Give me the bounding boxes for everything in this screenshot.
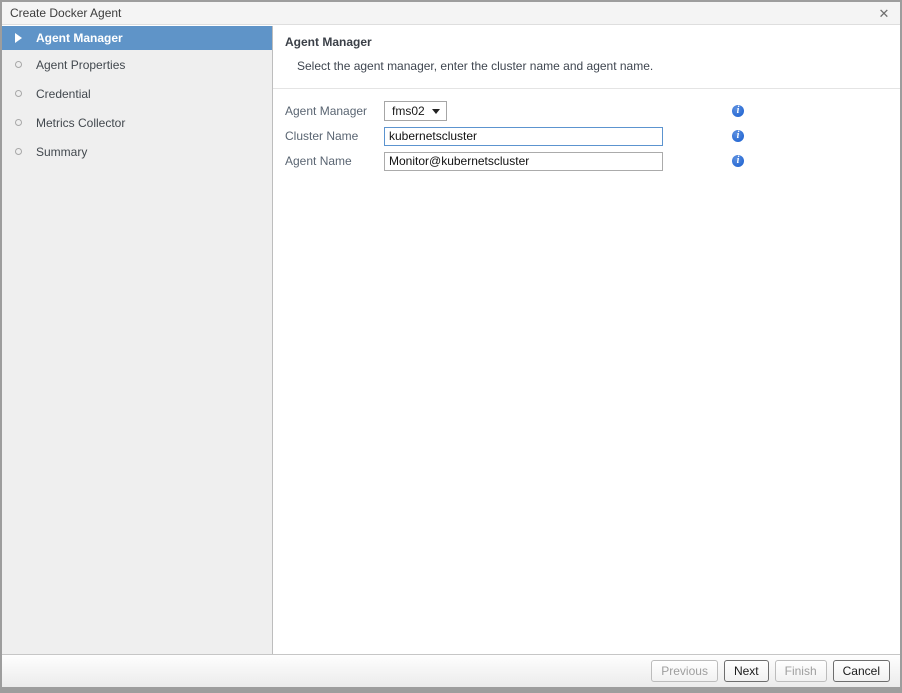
titlebar: Create Docker Agent ✕: [2, 2, 900, 25]
window-title: Create Docker Agent: [2, 6, 121, 20]
wizard-steps-sidebar: Agent Manager Agent Properties Credentia…: [2, 26, 273, 654]
agent-manager-label: Agent Manager: [273, 104, 384, 118]
cluster-name-input[interactable]: [384, 127, 663, 146]
content-header: Agent Manager Select the agent manager, …: [273, 26, 900, 73]
close-icon[interactable]: ✕: [875, 5, 893, 23]
sidebar-item-agent-properties[interactable]: Agent Properties: [2, 50, 272, 79]
dialog-body: Agent Manager Agent Properties Credentia…: [2, 26, 900, 654]
agent-manager-dropdown-value: fms02: [392, 104, 425, 118]
step-circle-icon: [15, 148, 22, 155]
footer-button-bar: Previous Next Finish Cancel: [2, 654, 900, 687]
sidebar-item-metrics-collector[interactable]: Metrics Collector: [2, 108, 272, 137]
step-circle-icon: [15, 119, 22, 126]
finish-button[interactable]: Finish: [775, 660, 827, 682]
info-icon[interactable]: i: [732, 130, 744, 142]
step-label: Summary: [36, 145, 87, 159]
step-circle-icon: [15, 61, 22, 68]
main-panel: Agent Manager Select the agent manager, …: [273, 26, 900, 654]
step-circle-icon: [15, 90, 22, 97]
page-description: Select the agent manager, enter the clus…: [285, 59, 900, 73]
cluster-name-label: Cluster Name: [273, 129, 384, 143]
cluster-name-row: Cluster Name i: [273, 124, 900, 148]
page-title: Agent Manager: [285, 35, 900, 49]
step-label: Agent Manager: [36, 31, 123, 45]
previous-button[interactable]: Previous: [651, 660, 718, 682]
agent-manager-row: Agent Manager fms02 i: [273, 99, 900, 123]
step-label: Credential: [36, 87, 91, 101]
agent-manager-dropdown[interactable]: fms02: [384, 101, 447, 121]
agent-name-input[interactable]: [384, 152, 663, 171]
header-separator: [273, 88, 900, 89]
sidebar-item-agent-manager[interactable]: Agent Manager: [2, 26, 272, 50]
step-label: Agent Properties: [36, 58, 125, 72]
info-icon[interactable]: i: [732, 105, 744, 117]
agent-name-row: Agent Name i: [273, 149, 900, 173]
create-docker-agent-dialog: Create Docker Agent ✕ Agent Manager Agen…: [0, 0, 902, 693]
selected-step-arrow-icon: [15, 33, 22, 43]
info-icon[interactable]: i: [732, 155, 744, 167]
sidebar-item-credential[interactable]: Credential: [2, 79, 272, 108]
chevron-down-icon: [432, 109, 440, 114]
agent-name-label: Agent Name: [273, 154, 384, 168]
sidebar-item-summary[interactable]: Summary: [2, 137, 272, 166]
cancel-button[interactable]: Cancel: [833, 660, 890, 682]
next-button[interactable]: Next: [724, 660, 769, 682]
step-label: Metrics Collector: [36, 116, 125, 130]
agent-manager-form: Agent Manager fms02 i Cluster Name i Age…: [273, 99, 900, 174]
